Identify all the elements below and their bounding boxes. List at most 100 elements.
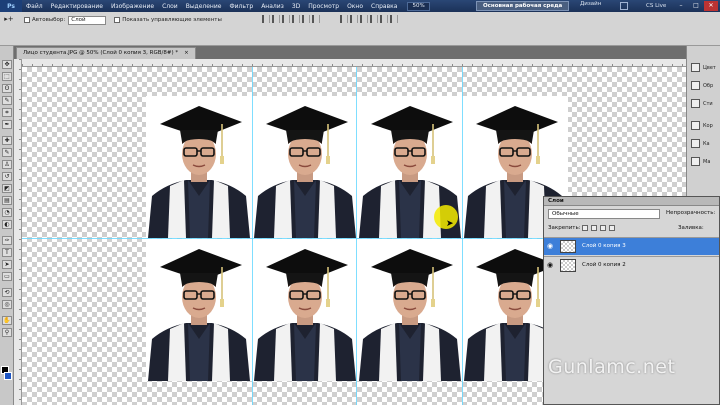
distribute-vcenter-icon[interactable]	[350, 15, 358, 23]
marquee-tool-icon[interactable]: ⬚	[2, 72, 12, 81]
menu-file[interactable]: Файл	[22, 3, 47, 10]
menu-filter[interactable]: Фильтр	[225, 3, 257, 10]
vertical-ruler[interactable]	[14, 59, 22, 405]
guide-vertical[interactable]	[462, 67, 463, 405]
layer-row[interactable]: ◉ Слой 0 копия 3	[544, 237, 719, 255]
menu-view[interactable]: Просмотр	[304, 3, 343, 10]
path-select-tool-icon[interactable]: ➤	[2, 260, 12, 269]
workspace-button[interactable]: Основная рабочая среда	[476, 1, 570, 11]
document-title: Лицо студента.JPG @ 50% (Слой 0 копия 3,…	[23, 50, 179, 56]
photoshop-logo: Ps	[0, 0, 22, 12]
autoselect-checkbox[interactable]	[24, 17, 30, 23]
options-bar: ▸+ Автовыбор: Слой Показать управляющие …	[0, 12, 720, 46]
graduate-photo	[252, 239, 358, 381]
lock-transparency-icon[interactable]	[582, 225, 588, 231]
lasso-tool-icon[interactable]: ʘ	[2, 84, 12, 93]
styles-panel-button[interactable]: Сти	[691, 96, 719, 112]
lock-position-icon[interactable]	[600, 225, 606, 231]
autoselect-dropdown[interactable]: Слой	[68, 15, 107, 25]
menu-window[interactable]: Окно	[343, 3, 367, 10]
distribute-bottom-icon[interactable]	[360, 15, 368, 23]
history-brush-tool-icon[interactable]: ↺	[2, 172, 12, 181]
menu-3d[interactable]: 3D	[288, 3, 304, 10]
graduate-portrait-image	[357, 239, 463, 381]
brush-tool-icon[interactable]: ✎	[2, 148, 12, 157]
dodge-tool-icon[interactable]: ◐	[2, 220, 12, 229]
shape-tool-icon[interactable]: ▭	[2, 272, 12, 281]
distribute-buttons[interactable]	[340, 15, 400, 23]
adjustments-panel-button[interactable]: Кор	[691, 118, 719, 134]
adjustments-panel-label: Кор	[703, 123, 713, 129]
align-vcenter-icon[interactable]	[272, 15, 280, 23]
type-tool-icon[interactable]: T	[2, 248, 12, 257]
move-tool-icon[interactable]: ▸+	[2, 15, 16, 25]
menu-analysis[interactable]: Анализ	[257, 3, 288, 10]
quick-select-tool-icon[interactable]: ✎	[2, 96, 12, 105]
blur-tool-icon[interactable]: ◔	[2, 208, 12, 217]
document-tab[interactable]: Лицо студента.JPG @ 50% (Слой 0 копия 3,…	[16, 47, 196, 59]
menu-edit[interactable]: Редактирование	[47, 3, 107, 10]
align-buttons[interactable]	[262, 15, 322, 23]
3d-orbit-tool-icon[interactable]: ◎	[2, 300, 12, 309]
align-left-icon[interactable]	[292, 15, 300, 23]
horizontal-ruler[interactable]	[22, 59, 692, 67]
menu-image[interactable]: Изображение	[107, 3, 158, 10]
channels-panel-button[interactable]: Ка	[691, 136, 719, 152]
guide-vertical[interactable]	[356, 67, 357, 405]
lock-label: Закрепить:	[548, 225, 581, 231]
photoshop-window: Ps Файл Редактирование Изображение Слои …	[0, 0, 720, 405]
restore-button[interactable]: □	[689, 1, 703, 11]
layer-thumbnail	[560, 240, 576, 253]
align-bottom-icon[interactable]	[282, 15, 290, 23]
visibility-eye-icon[interactable]: ◉	[547, 262, 556, 269]
eraser-tool-icon[interactable]: ◩	[2, 184, 12, 193]
menu-layers[interactable]: Слои	[158, 3, 182, 10]
graduate-photo	[357, 239, 463, 381]
align-right-icon[interactable]	[312, 15, 320, 23]
healing-tool-icon[interactable]: ✚	[2, 136, 12, 145]
visibility-eye-icon[interactable]: ◉	[547, 243, 556, 250]
3d-rotate-tool-icon[interactable]: ⟲	[2, 288, 12, 297]
show-controls-checkbox[interactable]	[114, 17, 121, 23]
menu-select[interactable]: Выделение	[182, 3, 226, 10]
eyedropper-tool-icon[interactable]: ✒	[2, 120, 12, 129]
lock-all-icon[interactable]	[609, 225, 615, 231]
layer-row[interactable]: ◉ Слой 0 копия 2	[544, 256, 719, 274]
zoom-select[interactable]: 50%	[407, 1, 430, 11]
opacity-label: Непрозрачность:	[666, 210, 716, 216]
collapsed-panels-dock: Цвет Обр Сти Кор Ка Ма	[686, 46, 720, 196]
guide-vertical[interactable]	[252, 67, 253, 405]
graduate-photo	[252, 96, 358, 238]
blend-mode-dropdown[interactable]: Обычные	[548, 209, 660, 219]
pen-tool-icon[interactable]: ✑	[2, 236, 12, 245]
distribute-right-icon[interactable]	[390, 15, 398, 23]
distribute-hcenter-icon[interactable]	[380, 15, 388, 23]
masks-panel-button[interactable]: Ма	[691, 154, 719, 170]
gradient-tool-icon[interactable]: ▤	[2, 196, 12, 205]
hand-tool-icon[interactable]: ✋	[2, 316, 12, 325]
lock-pixels-icon[interactable]	[591, 225, 597, 231]
autoselect-label: Автовыбор:	[32, 17, 66, 23]
cs-live-button[interactable]: CS Live	[640, 1, 672, 11]
design-workspace-link[interactable]: Дизайн	[580, 1, 601, 7]
background-color-swatch[interactable]	[4, 372, 12, 380]
align-top-icon[interactable]	[262, 15, 270, 23]
align-hcenter-icon[interactable]	[302, 15, 310, 23]
graduate-photo	[146, 239, 252, 381]
crop-tool-icon[interactable]: ⌗	[2, 108, 12, 117]
move-tool-icon[interactable]: ✥	[2, 60, 12, 69]
close-document-icon[interactable]: ×	[184, 50, 189, 56]
workspace-more-icon[interactable]	[620, 2, 628, 10]
zoom-tool-icon[interactable]: ⚲	[2, 328, 12, 337]
distribute-top-icon[interactable]	[340, 15, 348, 23]
close-button[interactable]: ✕	[704, 1, 718, 11]
minimize-button[interactable]: –	[674, 1, 688, 11]
color-panel-button[interactable]: Цвет	[691, 60, 719, 76]
layers-panel-title[interactable]: Слои	[544, 197, 719, 206]
swatches-panel-button[interactable]: Обр	[691, 78, 719, 94]
adjustments-panel-icon	[691, 121, 700, 130]
stamp-tool-icon[interactable]: ♙	[2, 160, 12, 169]
distribute-left-icon[interactable]	[370, 15, 378, 23]
channels-panel-label: Ка	[703, 141, 710, 147]
menu-help[interactable]: Справка	[367, 3, 401, 10]
